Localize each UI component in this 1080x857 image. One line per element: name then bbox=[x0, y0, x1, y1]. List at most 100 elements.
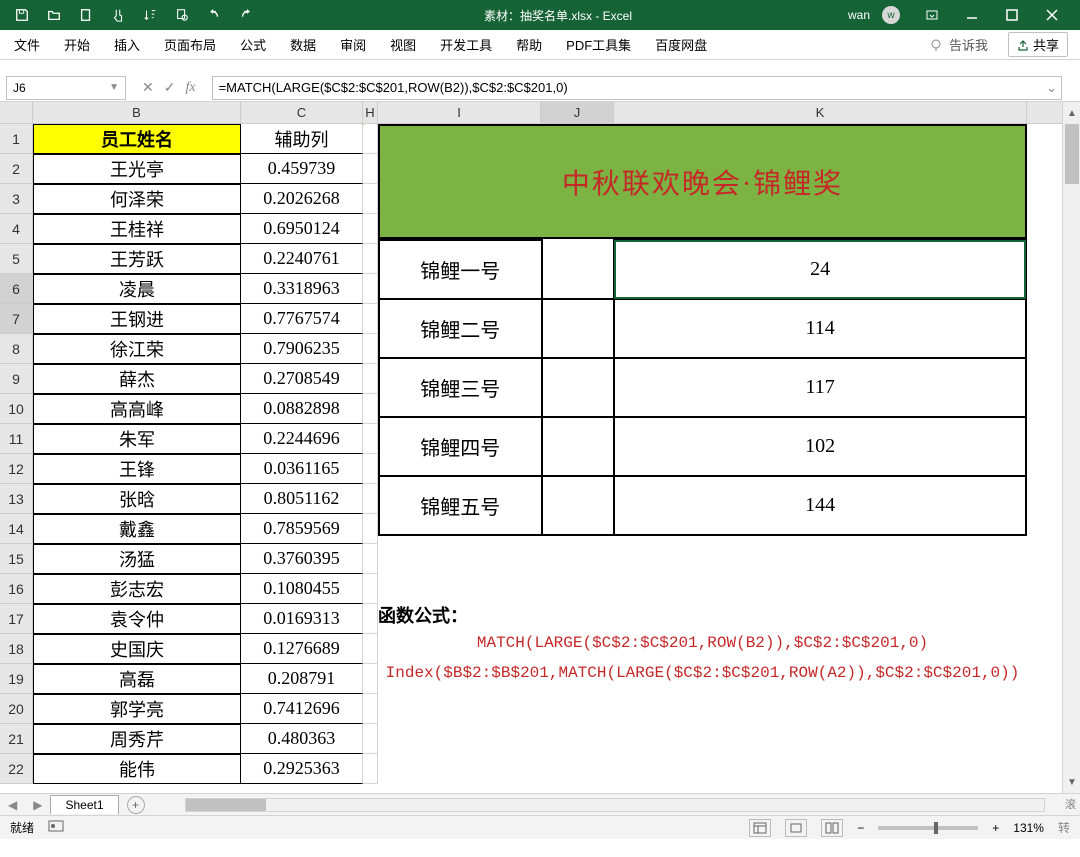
col-header-B[interactable]: B bbox=[33, 102, 241, 123]
tab-review[interactable]: 审阅 bbox=[338, 31, 368, 58]
cell[interactable]: 0.3318963 bbox=[241, 274, 363, 304]
open-button[interactable] bbox=[40, 3, 68, 27]
cell[interactable]: 0.8051162 bbox=[241, 484, 363, 514]
prize-label[interactable]: 锦鲤三号 bbox=[379, 358, 542, 417]
tab-file[interactable]: 文件 bbox=[12, 31, 42, 58]
prize-value[interactable]: 102 bbox=[614, 417, 1026, 476]
cell[interactable]: 0.2708549 bbox=[241, 364, 363, 394]
share-button[interactable]: 共享 bbox=[1008, 32, 1068, 57]
name-box[interactable]: J6 ▼ bbox=[6, 76, 126, 100]
row-header[interactable]: 8 bbox=[0, 334, 33, 364]
row-header[interactable]: 14 bbox=[0, 514, 33, 544]
expand-formula-bar-icon[interactable]: ⌄ bbox=[1046, 80, 1057, 96]
row-header[interactable]: 20 bbox=[0, 694, 33, 724]
cell[interactable]: 0.6950124 bbox=[241, 214, 363, 244]
cell[interactable]: 周秀芹 bbox=[33, 724, 241, 754]
print-preview-button[interactable] bbox=[168, 3, 196, 27]
sheet-nav-next[interactable]: ▶ bbox=[25, 798, 50, 812]
macro-record-icon[interactable] bbox=[48, 819, 64, 836]
cell[interactable]: 汤猛 bbox=[33, 544, 241, 574]
row-header[interactable]: 7 bbox=[0, 304, 33, 334]
tab-formulas[interactable]: 公式 bbox=[238, 31, 268, 58]
cell[interactable]: 0.1276689 bbox=[241, 634, 363, 664]
cell[interactable]: 徐江荣 bbox=[33, 334, 241, 364]
cell[interactable]: 0.2925363 bbox=[241, 754, 363, 784]
select-all-corner[interactable] bbox=[0, 102, 33, 123]
cell[interactable]: 高高峰 bbox=[33, 394, 241, 424]
cell[interactable]: 辅助列 bbox=[241, 124, 363, 154]
row-header[interactable]: 19 bbox=[0, 664, 33, 694]
cell[interactable]: 0.2244696 bbox=[241, 424, 363, 454]
tab-home[interactable]: 开始 bbox=[62, 31, 92, 58]
redo-button[interactable] bbox=[232, 3, 260, 27]
ribbon-options-button[interactable] bbox=[912, 0, 952, 30]
tab-pdf-tools[interactable]: PDF工具集 bbox=[564, 31, 633, 58]
cell[interactable] bbox=[542, 476, 615, 535]
cell[interactable]: 0.2240761 bbox=[241, 244, 363, 274]
cell[interactable]: 0.0361165 bbox=[241, 454, 363, 484]
row-header[interactable]: 10 bbox=[0, 394, 33, 424]
prize-value[interactable]: 117 bbox=[614, 358, 1026, 417]
cell[interactable]: 王芳跃 bbox=[33, 244, 241, 274]
tab-insert[interactable]: 插入 bbox=[112, 31, 142, 58]
row-header[interactable]: 1 bbox=[0, 124, 33, 154]
tab-page-layout[interactable]: 页面布局 bbox=[162, 31, 218, 58]
scroll-thumb[interactable] bbox=[1065, 124, 1079, 184]
cell[interactable]: 薛杰 bbox=[33, 364, 241, 394]
cell[interactable]: 何泽荣 bbox=[33, 184, 241, 214]
new-button[interactable] bbox=[72, 3, 100, 27]
cell[interactable]: 0.208791 bbox=[241, 664, 363, 694]
cell[interactable] bbox=[542, 417, 615, 476]
col-header-K[interactable]: K bbox=[614, 102, 1027, 123]
prize-value[interactable]: 24 bbox=[614, 240, 1026, 299]
zoom-in-button[interactable]: + bbox=[992, 821, 999, 835]
prize-label[interactable]: 锦鲤四号 bbox=[379, 417, 542, 476]
zoom-slider[interactable] bbox=[878, 826, 978, 830]
touch-mode-button[interactable] bbox=[104, 3, 132, 27]
tab-view[interactable]: 视图 bbox=[388, 31, 418, 58]
cell[interactable]: 0.7906235 bbox=[241, 334, 363, 364]
cell[interactable] bbox=[542, 240, 615, 299]
cell[interactable]: 0.7412696 bbox=[241, 694, 363, 724]
normal-view-button[interactable] bbox=[749, 819, 771, 837]
cell[interactable]: 王桂祥 bbox=[33, 214, 241, 244]
maximize-button[interactable] bbox=[992, 0, 1032, 30]
row-header[interactable]: 16 bbox=[0, 574, 33, 604]
horizontal-scrollbar[interactable] bbox=[185, 798, 1045, 812]
row-header[interactable]: 6 bbox=[0, 274, 33, 304]
prize-label[interactable]: 锦鲤一号 bbox=[379, 240, 542, 299]
row-header[interactable]: 17 bbox=[0, 604, 33, 634]
cell[interactable]: 0.7859569 bbox=[241, 514, 363, 544]
add-sheet-button[interactable]: + bbox=[127, 796, 145, 814]
zoom-level[interactable]: 131% bbox=[1013, 821, 1044, 835]
cell[interactable]: 能伟 bbox=[33, 754, 241, 784]
tab-help[interactable]: 帮助 bbox=[514, 31, 544, 58]
cell[interactable]: 0.0882898 bbox=[241, 394, 363, 424]
tab-developer[interactable]: 开发工具 bbox=[438, 31, 494, 58]
prize-label[interactable]: 锦鲤五号 bbox=[379, 476, 542, 535]
cell[interactable]: 0.459739 bbox=[241, 154, 363, 184]
sheet-tab-sheet1[interactable]: Sheet1 bbox=[50, 795, 118, 814]
cell[interactable]: 凌晨 bbox=[33, 274, 241, 304]
col-header-I[interactable]: I bbox=[378, 102, 541, 123]
col-header-H[interactable]: H bbox=[363, 102, 378, 123]
sheet-nav-prev[interactable]: ◀ bbox=[0, 798, 25, 812]
row-header[interactable]: 22 bbox=[0, 754, 33, 784]
vertical-scrollbar[interactable]: ▲ ▼ bbox=[1062, 102, 1080, 793]
page-layout-view-button[interactable] bbox=[785, 819, 807, 837]
cell[interactable]: 朱军 bbox=[33, 424, 241, 454]
prize-label[interactable]: 锦鲤二号 bbox=[379, 299, 542, 358]
scroll-down-icon[interactable]: ▼ bbox=[1063, 773, 1080, 791]
row-header[interactable]: 4 bbox=[0, 214, 33, 244]
cell[interactable]: 0.0169313 bbox=[241, 604, 363, 634]
page-break-view-button[interactable] bbox=[821, 819, 843, 837]
row-header[interactable]: 2 bbox=[0, 154, 33, 184]
row-header[interactable]: 9 bbox=[0, 364, 33, 394]
cell[interactable]: 王光亭 bbox=[33, 154, 241, 184]
cell[interactable]: 张晗 bbox=[33, 484, 241, 514]
tell-me-search[interactable]: 告诉我 bbox=[929, 35, 988, 54]
col-header-J[interactable]: J bbox=[541, 102, 614, 123]
undo-button[interactable] bbox=[200, 3, 228, 27]
save-button[interactable] bbox=[8, 3, 36, 27]
cell[interactable]: 王钢进 bbox=[33, 304, 241, 334]
